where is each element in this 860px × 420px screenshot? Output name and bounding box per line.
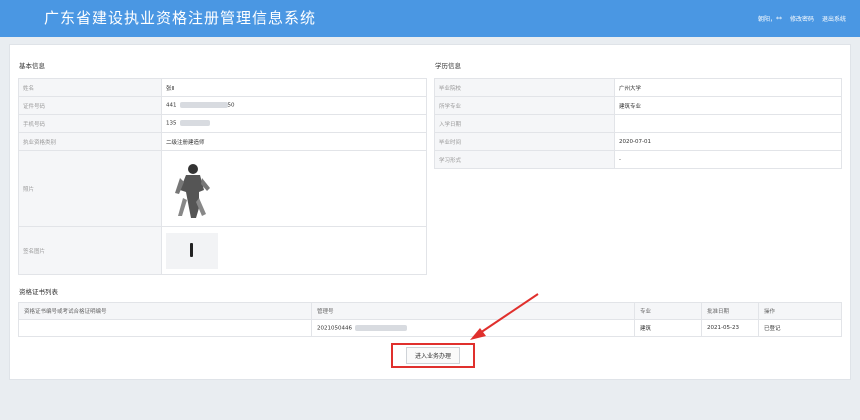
- table-row: 执业资格类别 二级注册建造师: [18, 132, 427, 151]
- table-row: 签名图片: [18, 226, 427, 275]
- col-action: 操作: [758, 302, 842, 320]
- table-header-row: 资格证书编号或考试合格证明编号 管理号 专业 批准日期 操作: [18, 302, 842, 320]
- name-label: 姓名: [18, 78, 162, 97]
- manage-no-cell: 2021050446: [311, 319, 635, 337]
- cert-list-title: 资格证书列表: [19, 288, 58, 296]
- table-row: 照片: [18, 150, 427, 227]
- major-cell: 建筑: [634, 319, 702, 337]
- enroll-value: [614, 114, 842, 133]
- app-title: 广东省建设执业资格注册管理信息系统: [44, 9, 317, 27]
- photo-label: 照片: [18, 150, 162, 227]
- col-date: 批准日期: [701, 302, 759, 320]
- grad-value: 2020-07-01: [614, 132, 842, 151]
- photo-image: [166, 157, 218, 220]
- form-value: -: [614, 150, 842, 169]
- table-row: 学习形式 -: [434, 150, 842, 169]
- major-value: 建筑专业: [614, 96, 842, 115]
- education-title: 学历信息: [435, 62, 461, 70]
- form-label: 学习形式: [434, 150, 615, 169]
- grad-label: 毕业时间: [434, 132, 615, 151]
- photo-cell: [161, 150, 427, 227]
- enroll-label: 入学日期: [434, 114, 615, 133]
- phone-label: 手机号码: [18, 114, 162, 133]
- table-row: 证件号码 441 50: [18, 96, 427, 115]
- table-row: 姓名 张Ⅱ: [18, 78, 427, 97]
- date-cell: 2021-05-23: [701, 319, 759, 337]
- enter-business-label: 进入业务办理: [405, 347, 460, 364]
- user-name: 朝阳，**: [757, 16, 782, 23]
- cert-table: 资格证书编号或考试合格证明编号 管理号 专业 批准日期 操作 202105044…: [18, 302, 842, 337]
- table-row: 毕业院校 广州大学: [434, 78, 842, 97]
- col-manage-no: 管理号: [311, 302, 635, 320]
- table-row: 入学日期: [434, 114, 842, 133]
- table-row: 手机号码 135: [18, 114, 427, 133]
- signature-image: [166, 232, 218, 269]
- header-user-bar: 朝阳，** 修改密码 退出系统: [758, 14, 846, 23]
- school-value: 广州大学: [614, 78, 842, 97]
- category-label: 执业资格类别: [18, 132, 162, 151]
- redaction-blur: [179, 102, 228, 109]
- signature-cell: [161, 226, 427, 275]
- phone-value: 135: [161, 114, 427, 133]
- table-row: 2021050446 建筑 2021-05-23 已登记: [18, 319, 842, 337]
- id-value: 441 50: [161, 96, 427, 115]
- cert-no-cell: [18, 319, 312, 337]
- edit-password-link[interactable]: 修改密码: [790, 14, 814, 23]
- enter-business-button[interactable]: 进入业务办理: [391, 343, 475, 368]
- basic-info-table: 姓名 张Ⅱ 证件号码 441 50 手机号码 135 执业资格类别 二级注册建造师…: [18, 78, 427, 275]
- logout-link[interactable]: 退出系统: [822, 14, 846, 23]
- table-row: 所学专业 建筑专业: [434, 96, 842, 115]
- school-label: 毕业院校: [434, 78, 615, 97]
- top-header: 广东省建设执业资格注册管理信息系统 朝阳，** 修改密码 退出系统: [0, 0, 860, 37]
- action-status[interactable]: 已登记: [758, 319, 842, 337]
- major-label: 所学专业: [434, 96, 615, 115]
- signature-label: 签名图片: [18, 226, 162, 275]
- table-row: 毕业时间 2020-07-01: [434, 132, 842, 151]
- redaction-blur: [179, 120, 210, 127]
- education-table: 毕业院校 广州大学 所学专业 建筑专业 入学日期 毕业时间 2020-07-01…: [434, 78, 842, 169]
- redaction-blur: [355, 324, 407, 331]
- id-label: 证件号码: [18, 96, 162, 115]
- col-cert-no: 资格证书编号或考试合格证明编号: [18, 302, 312, 320]
- name-value: 张Ⅱ: [161, 78, 427, 97]
- col-major: 专业: [634, 302, 702, 320]
- basic-info-title: 基本信息: [19, 62, 45, 70]
- category-value: 二级注册建造师: [161, 132, 427, 151]
